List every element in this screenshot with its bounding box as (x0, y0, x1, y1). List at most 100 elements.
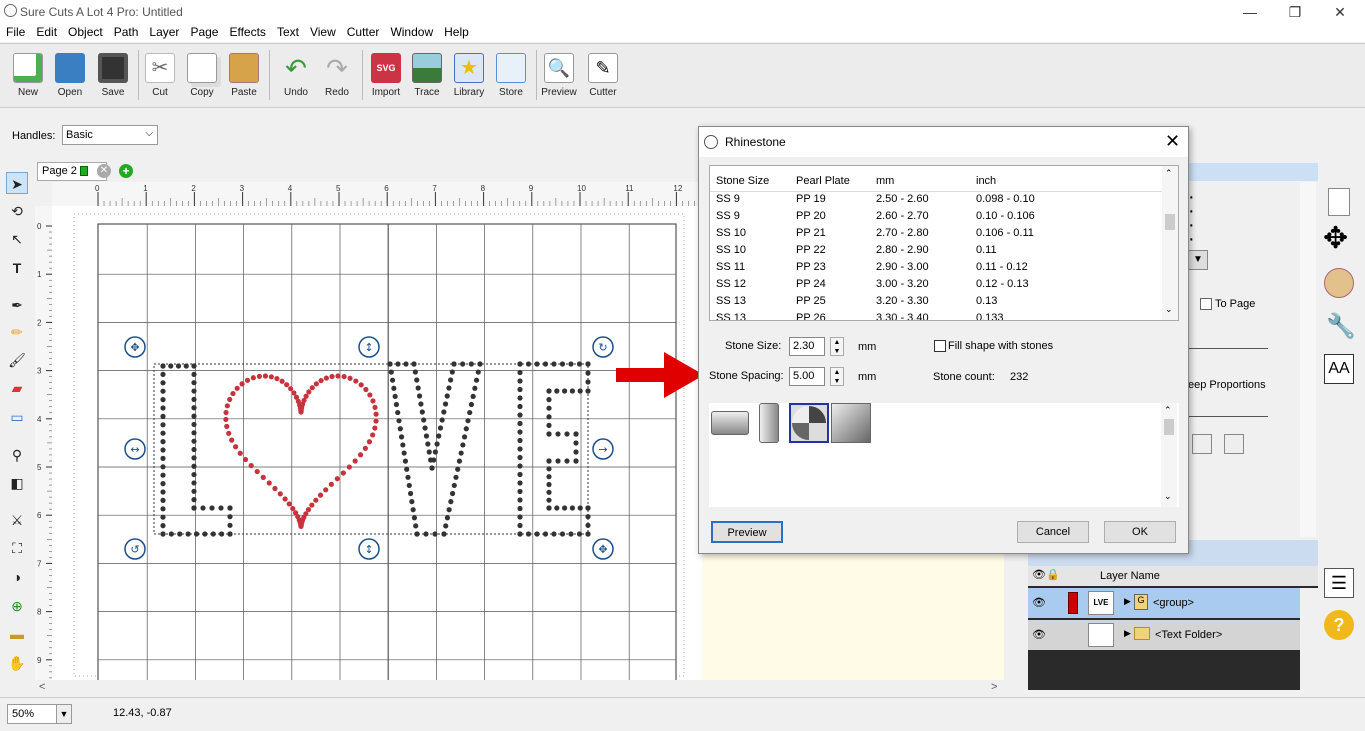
measure-tool-icon[interactable]: ▬ (6, 623, 28, 645)
scroll-left-icon[interactable]: < (39, 681, 45, 693)
help-icon[interactable]: ? (1324, 610, 1354, 640)
menu-cutter[interactable]: Cutter (341, 24, 385, 42)
stone-size-stepper[interactable]: ▲ ▼ (830, 337, 844, 356)
new-button[interactable]: New (7, 50, 49, 106)
select-tool-icon[interactable]: ➤ (6, 172, 28, 194)
square-stone-icon[interactable] (831, 403, 871, 443)
save-button[interactable]: Save (92, 50, 134, 106)
library-button[interactable]: ★ Library (448, 50, 490, 106)
crop-tool-icon[interactable]: ⛶ (6, 537, 28, 559)
weld-tool-icon[interactable]: ◑ (6, 566, 28, 588)
zoom-tool-icon[interactable]: ⊕ (6, 595, 28, 617)
cut-button[interactable]: ✂ Cut (139, 50, 181, 106)
maximize-button[interactable]: ❐ (1280, 2, 1310, 22)
picker-scrollbar[interactable]: ⌃ ⌄ (1161, 403, 1177, 507)
store-button[interactable]: Store (490, 50, 532, 106)
menu-page[interactable]: Page (184, 24, 223, 42)
stone-size-input[interactable]: 2.30 (789, 337, 825, 356)
preview-button[interactable]: 🔍 Preview (538, 50, 580, 106)
expand-arrow-icon[interactable]: ▶ (1124, 596, 1131, 607)
cancel-button[interactable]: Cancel (1017, 521, 1089, 543)
hand-tool-icon[interactable]: ✋ (6, 652, 28, 674)
column-header[interactable]: inch (976, 175, 996, 187)
import-button[interactable]: SVG Import (365, 50, 407, 106)
palette-icon[interactable] (1324, 268, 1354, 298)
column-header[interactable]: Stone Size (716, 175, 769, 187)
scroll-right-icon[interactable]: > (991, 681, 997, 693)
eyedropper-tool-icon[interactable]: ⚲ (6, 444, 28, 466)
chevron-up-icon[interactable]: ⌃ (1164, 405, 1172, 416)
menu-help[interactable]: Help (438, 24, 474, 42)
page-icon[interactable] (1328, 188, 1350, 216)
menu-edit[interactable]: Edit (30, 24, 62, 42)
baguette-stone-icon[interactable] (759, 403, 779, 443)
fill-shape-checkbox[interactable] (934, 340, 946, 352)
scroll-thumb[interactable] (1165, 214, 1175, 230)
rotate-icon[interactable] (1192, 434, 1212, 454)
menu-effects[interactable]: Effects (223, 24, 270, 42)
chevron-down-icon[interactable]: ▼ (56, 704, 72, 724)
menu-view[interactable]: View (304, 24, 341, 42)
table-row[interactable]: SS 10 PP 22 2.80 - 2.90 0.11 (710, 244, 1170, 261)
dropdown-icon[interactable]: ▼ (1188, 250, 1208, 270)
scroll-thumb[interactable] (1164, 419, 1174, 435)
design-canvas[interactable]: ✥ ↕ ↻ ↔ → ↺ ↕ ✥ (52, 206, 702, 680)
ok-button[interactable]: OK (1104, 521, 1176, 543)
layers-scrollbar[interactable] (1300, 588, 1318, 690)
brush-tool-icon[interactable]: 🖌 (6, 349, 28, 371)
move-icon[interactable]: ✥ (1323, 224, 1348, 254)
pen-tool-icon[interactable]: ✒ (6, 294, 28, 316)
copy-button[interactable]: Copy (181, 50, 223, 106)
scale-vertical-handle-icon-glyph[interactable]: ↕ (364, 543, 373, 556)
table-row[interactable]: SS 12 PP 24 3.00 - 3.20 0.12 - 0.13 (710, 278, 1170, 295)
table-row[interactable]: SS 10 PP 21 2.70 - 2.80 0.106 - 0.11 (710, 227, 1170, 244)
to-page-checkbox[interactable] (1200, 298, 1212, 310)
eraser-tool-icon[interactable]: ▰ (6, 377, 28, 399)
close-window-button[interactable]: ✕ (1325, 2, 1355, 22)
undo-button[interactable]: ↶ Undo (275, 50, 317, 106)
add-page-icon[interactable]: + (119, 164, 133, 178)
transform-tool-icon[interactable]: ⟲ (6, 200, 28, 222)
knife-tool-icon[interactable]: ⚔ (6, 509, 28, 531)
handles-select[interactable]: Basic ⌵ (62, 125, 158, 145)
cutter-button[interactable]: ✎ Cutter (582, 50, 624, 106)
scale-right-handle-icon-glyph[interactable]: → (598, 443, 607, 456)
move-handle-icon-glyph[interactable]: ✥ (130, 341, 139, 354)
text-tool-icon[interactable]: T (6, 257, 28, 279)
panel-scrollbar[interactable] (1300, 182, 1316, 537)
menu-window[interactable]: Window (384, 24, 438, 42)
stone-size-table[interactable]: Stone Size Pearl Plate mm inch SS 9 PP 19… (709, 165, 1179, 321)
layer-color-swatch[interactable] (1068, 592, 1078, 614)
column-header[interactable]: Pearl Plate (796, 175, 850, 187)
minimize-button[interactable]: — (1235, 2, 1265, 22)
menu-layer[interactable]: Layer (143, 24, 184, 42)
preview-dialog-button[interactable]: Preview (711, 521, 783, 543)
scale-corner-handle-icon-glyph[interactable]: ✥ (598, 543, 607, 556)
layer-row-group[interactable]: 👁 LVE ▶ G <group> (1028, 588, 1300, 618)
expand-arrow-icon[interactable]: ▶ (1124, 628, 1131, 639)
text-style-icon[interactable]: AA (1324, 354, 1354, 384)
eye-icon[interactable]: 👁 (1032, 596, 1046, 609)
pencil-tool-icon[interactable]: ✏ (6, 321, 28, 343)
menu-file[interactable]: File (0, 24, 30, 42)
rectangle-stone-icon[interactable] (711, 411, 749, 435)
menu-text[interactable]: Text (271, 24, 304, 42)
close-page-icon[interactable]: ✕ (97, 164, 111, 178)
menu-object[interactable]: Object (62, 24, 108, 42)
column-header[interactable]: mm (876, 175, 894, 187)
rotate-handle-icon-glyph[interactable]: ↻ (598, 341, 607, 354)
open-button[interactable]: Open (49, 50, 91, 106)
eye-icon[interactable]: 👁 (1032, 628, 1046, 641)
stone-spacing-stepper[interactable]: ▲ ▼ (830, 367, 844, 386)
shape-tool-icon[interactable]: ▭ (6, 406, 28, 428)
scale-vertical-handle-icon-glyph[interactable]: ↕ (364, 341, 373, 354)
table-row[interactable]: SS 13 PP 25 3.20 - 3.30 0.13 (710, 295, 1170, 312)
table-row[interactable]: SS 9 PP 19 2.50 - 2.60 0.098 - 0.10 (710, 193, 1170, 210)
wrench-icon[interactable]: 🔧 (1326, 312, 1356, 341)
layer-row-text-folder[interactable]: 👁 ▶ <Text Folder> (1028, 620, 1300, 650)
chevron-down-icon[interactable]: ⌄ (1164, 491, 1172, 502)
table-row[interactable]: SS 9 PP 20 2.60 - 2.70 0.10 - 0.106 (710, 210, 1170, 227)
horizontal-scrollbar[interactable]: < > (35, 680, 1005, 696)
table-row[interactable]: SS 13 PP 26 3.30 - 3.40 0.133 (710, 312, 1170, 320)
chevron-up-icon[interactable]: ⌃ (1165, 168, 1173, 179)
